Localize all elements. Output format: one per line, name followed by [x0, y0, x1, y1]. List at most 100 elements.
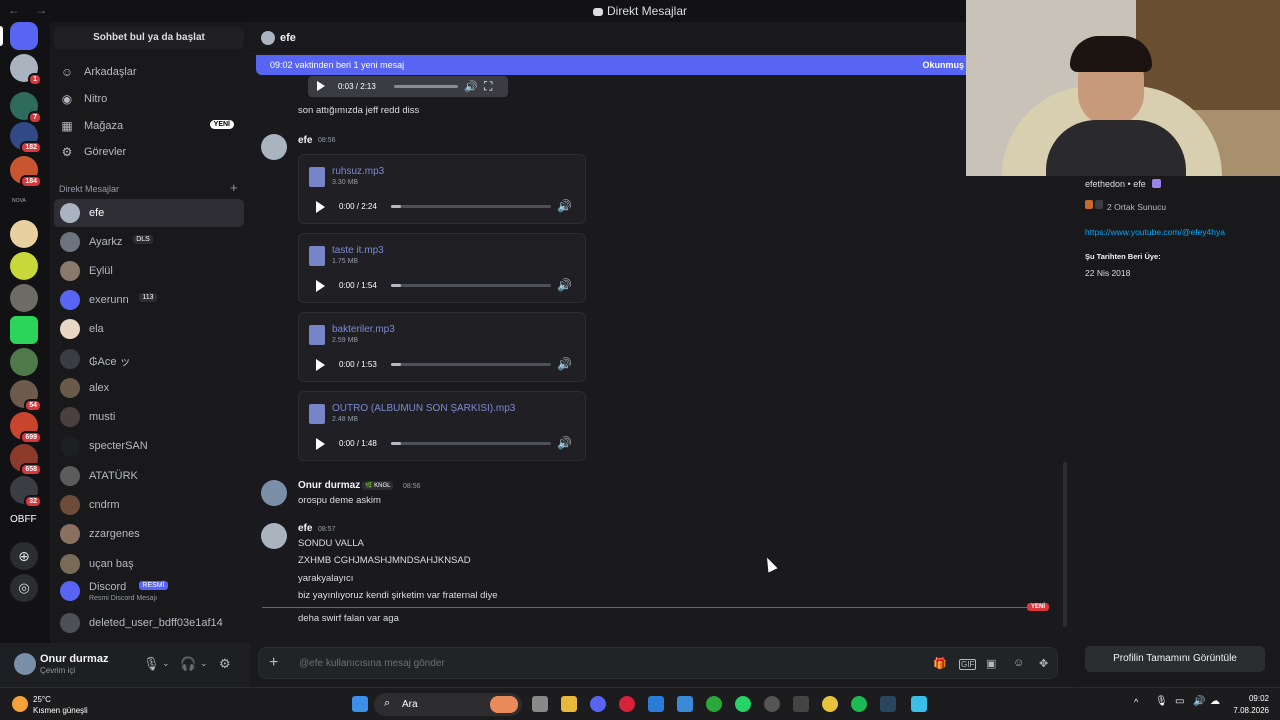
gift-icon[interactable]: 🎁: [933, 657, 947, 670]
file-name[interactable]: taste it.mp3: [332, 245, 384, 256]
fullscreen-icon[interactable]: ⛶: [484, 79, 492, 94]
nav-quests[interactable]: ⚙ Görevler: [54, 139, 244, 165]
play-icon[interactable]: [317, 81, 325, 91]
emoji-icon[interactable]: ☺: [1013, 657, 1024, 669]
play-icon[interactable]: [316, 438, 325, 450]
profile-link[interactable]: https://www.youtube.com/@efey4hya: [1085, 227, 1225, 237]
add-attachment-icon[interactable]: +: [269, 654, 278, 672]
whatsapp-icon[interactable]: [735, 696, 751, 712]
user-avatar[interactable]: [14, 653, 36, 675]
clock-time[interactable]: 09:02: [1233, 694, 1269, 703]
server-icon[interactable]: 658: [10, 444, 42, 476]
dm-item[interactable]: Eylül: [54, 257, 244, 285]
volume-icon[interactable]: 🔊: [557, 357, 572, 371]
server-icon[interactable]: 7: [10, 92, 42, 124]
server-icon[interactable]: 1: [10, 54, 42, 86]
gif-icon[interactable]: GIF: [959, 659, 977, 670]
audio-attachment[interactable]: bakteriler.mp3 2.59 MB 0:00 / 1:53 🔊: [298, 312, 586, 382]
taskbar-search[interactable]: ⌕ Ara: [374, 693, 522, 716]
xbox-icon[interactable]: [706, 696, 722, 712]
dm-item[interactable]: ela: [54, 315, 244, 343]
message-author[interactable]: efe: [298, 523, 312, 534]
weather-temp[interactable]: 25°C: [33, 695, 51, 704]
chevron-down-icon[interactable]: ⌄: [162, 658, 170, 669]
windows-start-icon[interactable]: [352, 696, 368, 712]
file-explorer-icon[interactable]: [561, 696, 577, 712]
play-icon[interactable]: [316, 359, 325, 371]
server-icon[interactable]: 32: [10, 476, 42, 508]
add-server-icon[interactable]: ⊕: [10, 542, 38, 570]
volume-icon[interactable]: 🔊: [557, 436, 572, 450]
play-icon[interactable]: [316, 280, 325, 292]
audio-attachment[interactable]: ruhsuz.mp3 3.30 MB 0:00 / 2:24 🔊: [298, 154, 586, 224]
view-full-profile-button[interactable]: Profilin Tamamını Görüntüle: [1085, 646, 1265, 672]
mark-as-read-button[interactable]: Okunmuş: [922, 60, 964, 70]
tray-app-icon[interactable]: ☁: [1210, 696, 1220, 707]
microphone-icon[interactable]: 🎙: [143, 656, 160, 672]
volume-icon[interactable]: 🔊: [1193, 696, 1205, 707]
audio-player[interactable]: 0:03 / 2:13 🔊 ⛶: [308, 76, 508, 97]
dm-item[interactable]: musti: [54, 403, 244, 431]
player-track[interactable]: [391, 205, 551, 208]
avatar[interactable]: [261, 523, 287, 549]
play-icon[interactable]: [316, 201, 325, 213]
apps-icon[interactable]: ✥: [1039, 657, 1048, 670]
server-icon[interactable]: 699: [10, 412, 42, 444]
server-icon[interactable]: [10, 252, 38, 280]
server-icon[interactable]: [10, 316, 38, 344]
steam-icon[interactable]: [880, 696, 896, 712]
avatar[interactable]: [261, 480, 287, 506]
audio-attachment[interactable]: taste it.mp3 1.75 MB 0:00 / 1:54 🔊: [298, 233, 586, 303]
weather-sun-icon[interactable]: [12, 696, 28, 712]
notepad-icon[interactable]: [911, 696, 927, 712]
file-name[interactable]: ruhsuz.mp3: [332, 166, 384, 177]
user-name[interactable]: Onur durmaz: [40, 653, 108, 665]
dm-item[interactable]: cndrm: [54, 491, 244, 519]
volume-icon[interactable]: 🔊: [464, 80, 478, 93]
task-view-icon[interactable]: [532, 696, 548, 712]
create-dm-button[interactable]: +: [230, 180, 238, 195]
store-icon[interactable]: [677, 696, 693, 712]
recipient-avatar[interactable]: [261, 31, 275, 45]
server-icon[interactable]: [10, 220, 38, 248]
chevron-down-icon[interactable]: ⌄: [200, 658, 208, 669]
spotify-icon[interactable]: [851, 696, 867, 712]
microphone-icon[interactable]: 🎙: [1155, 696, 1168, 707]
file-name[interactable]: bakteriler.mp3: [332, 324, 395, 335]
nav-friends[interactable]: ☺ Arkadaşlar: [54, 59, 244, 85]
dm-item[interactable]: uçan baş: [54, 550, 244, 578]
dm-item[interactable]: efe: [54, 199, 244, 227]
player-track[interactable]: [394, 85, 458, 88]
settings-gear-icon[interactable]: ⚙: [219, 656, 231, 672]
dm-item[interactable]: ₲Ace ッ: [54, 345, 244, 373]
message-author[interactable]: Onur durmaz: [298, 480, 360, 491]
dm-item[interactable]: alex: [54, 374, 244, 402]
mail-icon[interactable]: [648, 696, 664, 712]
nav-shop[interactable]: ▦ Mağaza YENİ: [54, 113, 244, 139]
dm-item[interactable]: ATATÜRK: [54, 462, 244, 490]
server-label[interactable]: OBFF: [10, 514, 37, 525]
player-track[interactable]: [391, 442, 551, 445]
sticker-icon[interactable]: ▣: [986, 657, 996, 670]
dm-item[interactable]: Ayarkz DLS: [54, 228, 244, 256]
headphones-icon[interactable]: 🎧: [180, 656, 196, 672]
chrome-icon[interactable]: [822, 696, 838, 712]
recipient-name[interactable]: efe: [280, 32, 296, 44]
avatar[interactable]: [261, 134, 287, 160]
network-icon[interactable]: ▭: [1175, 696, 1184, 707]
new-messages-bar[interactable]: 09:02 vaktinden beri 1 yeni mesaj Okunmu…: [256, 55, 974, 75]
clock-date[interactable]: 7.08.2026: [1223, 706, 1269, 715]
home-discord-button[interactable]: [0, 22, 38, 50]
find-conversation-button[interactable]: Sohbet bul ya da başlat: [54, 27, 244, 49]
volume-icon[interactable]: 🔊: [557, 199, 572, 213]
discord-app-icon[interactable]: [590, 696, 606, 712]
server-icon[interactable]: 54: [10, 380, 42, 412]
weather-desc[interactable]: Kısmen güneşli: [33, 706, 88, 715]
player-track[interactable]: [391, 363, 551, 366]
server-icon[interactable]: [10, 284, 38, 312]
server-icon[interactable]: 184: [10, 156, 42, 188]
dm-item[interactable]: specterSAN: [54, 432, 244, 460]
opera-gx-icon[interactable]: [619, 696, 635, 712]
app-icon[interactable]: [793, 696, 809, 712]
chat-scrollbar[interactable]: [1063, 462, 1067, 627]
